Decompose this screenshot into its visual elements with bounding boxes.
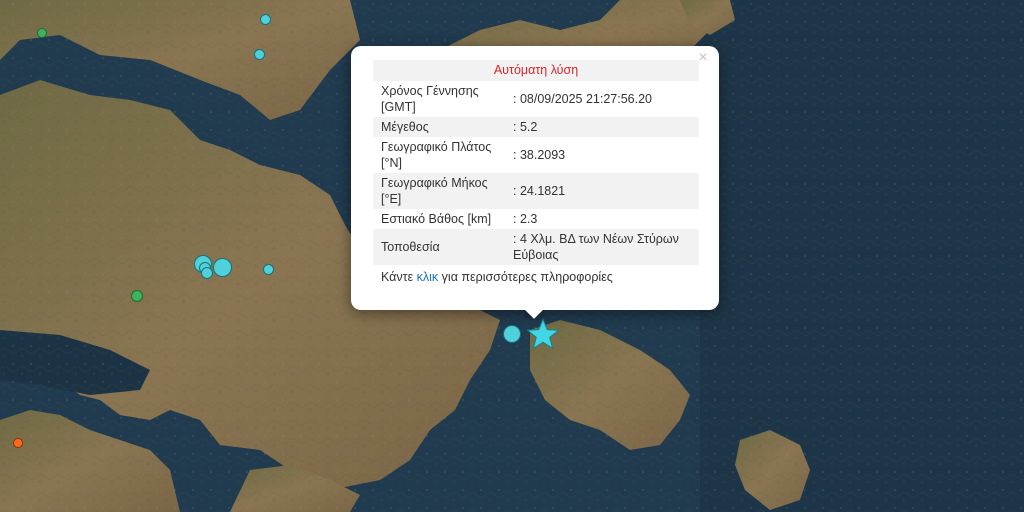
event-marker-green-nw[interactable]	[37, 28, 47, 38]
event-marker-cyan-n2[interactable]	[254, 49, 265, 60]
event-info-table: Χρόνος Γέννησης [GMT] : 08/09/2025 21:27…	[373, 81, 699, 265]
footer-text-before: Κάντε	[381, 270, 417, 284]
row-label: Εστιακό Βάθος [km]	[381, 212, 492, 226]
table-row: Εστιακό Βάθος [km] : 2.3	[373, 209, 699, 229]
popup-tip	[524, 310, 544, 320]
event-marker-cyan-sea[interactable]	[503, 325, 521, 343]
event-marker-orange-sw[interactable]	[13, 438, 23, 448]
row-label: Γεωγραφικό Πλάτος [°N]	[381, 140, 492, 170]
table-row: Μέγεθος : 5.2	[373, 117, 699, 137]
event-marker-cyan-cluster-5[interactable]	[263, 264, 274, 275]
row-label: Μέγεθος	[373, 117, 507, 137]
row-label: Χρόνος Γέννησης [GMT]	[381, 84, 479, 114]
row-value: : 38.2093	[513, 148, 566, 162]
close-icon[interactable]: ×	[695, 50, 711, 66]
table-row: Γεωγραφικό Μήκος [°E] : 24.1821	[373, 173, 699, 209]
table-row: Χρόνος Γέννησης [GMT] : 08/09/2025 21:27…	[373, 81, 699, 117]
row-value: : 08/09/2025 21:27:56.20	[513, 92, 653, 106]
map-view[interactable]: × Αυτόματη λύση Χρόνος Γέννησης [GMT] : …	[0, 0, 1024, 512]
event-marker-cyan-cluster-4[interactable]	[213, 258, 232, 277]
event-marker-green-w[interactable]	[131, 290, 143, 302]
event-info-popup: × Αυτόματη λύση Χρόνος Γέννησης [GMT] : …	[351, 46, 719, 310]
event-marker-cyan-cluster-3[interactable]	[201, 267, 213, 279]
row-value: : 2.3	[513, 212, 538, 226]
popup-title: Αυτόματη λύση	[373, 60, 699, 81]
row-label: Τοποθεσία	[373, 229, 507, 265]
table-row: Τοποθεσία : 4 Χλμ. ΒΔ των Νέων Στύρων Εύ…	[373, 229, 699, 265]
table-row: Γεωγραφικό Πλάτος [°N] : 38.2093	[373, 137, 699, 173]
more-info-footer: Κάντε κλικ για περισσότερες πληροφορίες	[373, 265, 699, 284]
row-value: : 5.2	[507, 117, 699, 137]
row-value: : 24.1821	[507, 173, 699, 209]
more-info-link[interactable]: κλικ	[417, 270, 439, 284]
star-icon[interactable]	[527, 318, 559, 350]
row-value: : 4 Χλμ. ΒΔ των Νέων Στύρων Εύβοιας	[507, 229, 699, 265]
row-label: Γεωγραφικό Μήκος [°E]	[373, 173, 507, 209]
event-marker-cyan-n1[interactable]	[260, 14, 271, 25]
footer-text-after: για περισσότερες πληροφορίες	[438, 270, 613, 284]
